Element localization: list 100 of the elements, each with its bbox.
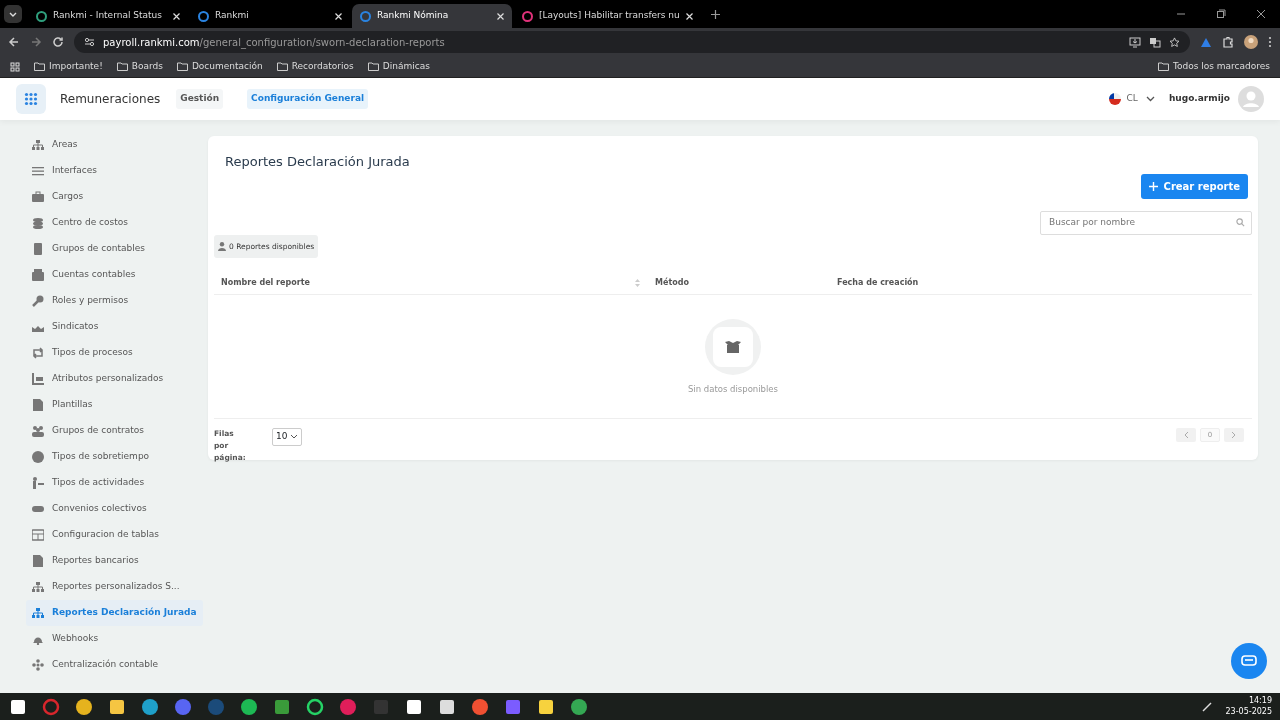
- close-tab-icon[interactable]: [685, 12, 693, 20]
- sidebar-item[interactable]: Grupos de contables: [26, 236, 151, 262]
- bookmark-folder[interactable]: Recordatorios: [276, 59, 354, 74]
- tab-list-button[interactable]: [4, 5, 22, 23]
- close-tab-icon[interactable]: [173, 12, 180, 20]
- sidebar-item[interactable]: Tipos de actividades: [26, 470, 151, 496]
- new-tab-icon[interactable]: [710, 9, 720, 19]
- column-header: Fecha de creación: [836, 277, 920, 290]
- sidebar-item[interactable]: Cuentas contables: [26, 262, 142, 288]
- menu-item-icon: [32, 529, 44, 541]
- chevron-left-icon: [1183, 431, 1189, 439]
- sidebar-item[interactable]: Atributos personalizados: [26, 366, 170, 392]
- sidebar-item[interactable]: Convenios colectivos: [26, 496, 153, 522]
- browser-tab[interactable]: Rankmi - Internal Status: [28, 4, 188, 28]
- create-report-button[interactable]: Crear reporte: [1140, 173, 1248, 199]
- sidebar-item[interactable]: Grupos de contratos: [26, 418, 150, 444]
- all-bookmarks-folder[interactable]: Todos los marcadores: [1158, 59, 1270, 74]
- bookmark-folder[interactable]: Dinámicas: [367, 59, 430, 74]
- favicon-icon: [522, 10, 533, 22]
- back-icon[interactable]: [8, 36, 20, 48]
- profile-avatar-icon[interactable]: [1244, 35, 1258, 49]
- menu-item-icon: [32, 191, 44, 203]
- column-header: Método: [654, 277, 690, 290]
- chat-button[interactable]: [1231, 643, 1267, 679]
- bookmark-folder[interactable]: Importante!: [34, 59, 103, 74]
- sidebar-item[interactable]: Roles y permisos: [26, 288, 135, 314]
- menu-item-icon: [32, 295, 44, 307]
- sidebar-item[interactable]: Reportes personalizados S...: [26, 574, 186, 600]
- menu-item-icon: [32, 165, 44, 177]
- url-text: payroll.rankmi.com/general_configuration/sworn-declaration-reports: [103, 35, 445, 50]
- menu-item-icon: [32, 607, 44, 619]
- sidebar-item[interactable]: Plantillas: [26, 392, 99, 418]
- nav-link[interactable]: Gestión: [176, 89, 224, 109]
- sidebar-item[interactable]: Centro de costos: [26, 210, 134, 236]
- bookmark-folder[interactable]: Documentación: [176, 59, 263, 74]
- puzzle-icon[interactable]: [1222, 36, 1234, 48]
- menu-item-icon: [32, 373, 44, 385]
- menu-icon[interactable]: [1268, 36, 1272, 48]
- site-settings-icon[interactable]: [84, 37, 95, 47]
- favicon-icon: [36, 10, 47, 22]
- app-title: Remuneraciones: [60, 91, 161, 108]
- sidebar-item[interactable]: Reportes Declaración Jurada: [26, 600, 203, 626]
- sidebar-item[interactable]: Webhooks: [26, 626, 105, 652]
- sidebar-item[interactable]: Configuracion de tablas: [26, 522, 165, 548]
- close-tab-icon[interactable]: [497, 12, 504, 20]
- apps-menu-button[interactable]: [16, 84, 46, 114]
- sidebar-item[interactable]: Reportes bancarios: [26, 548, 145, 574]
- sidebar-item[interactable]: Cargos: [26, 184, 90, 210]
- apps-icon[interactable]: [10, 61, 20, 72]
- star-icon[interactable]: [1169, 36, 1180, 48]
- menu-item-icon: [32, 555, 44, 567]
- sidebar-item[interactable]: Tipos de procesos: [26, 340, 139, 366]
- forward-icon[interactable]: [30, 36, 42, 48]
- menu-item-icon: [32, 139, 44, 151]
- menu-item-icon: [32, 399, 44, 411]
- search-field[interactable]: Buscar por nombre: [1040, 210, 1252, 235]
- empty-message: Sin datos disponibles: [687, 383, 779, 397]
- bookmark-folder[interactable]: Boards: [116, 59, 163, 74]
- browser-tab[interactable]: Rankmi Nómina: [352, 4, 512, 28]
- menu-item-icon: [32, 243, 44, 255]
- install-icon[interactable]: [1129, 36, 1141, 48]
- menu-item-icon: [32, 269, 44, 281]
- sidebar-item[interactable]: Areas: [26, 132, 84, 158]
- user-name[interactable]: hugo.armijo: [1168, 92, 1230, 106]
- favicon-icon: [198, 10, 209, 22]
- sidebar-item[interactable]: Interfaces: [26, 158, 103, 184]
- taskbar-clock[interactable]: 14:19 23-05-2025: [1225, 696, 1272, 717]
- chevron-down-icon[interactable]: [1145, 96, 1155, 102]
- sidebar-item[interactable]: Tipos de sobretiempo: [26, 444, 156, 470]
- sidebar-item[interactable]: Sindicatos: [26, 314, 105, 340]
- restore-icon[interactable]: [1216, 9, 1226, 19]
- page-size-select[interactable]: 10: [272, 428, 303, 446]
- reload-icon[interactable]: [52, 36, 64, 48]
- close-icon[interactable]: [1256, 9, 1266, 19]
- column-header[interactable]: Nombre del reporte: [214, 277, 648, 290]
- menu-item-icon: [32, 425, 44, 437]
- extension-icon[interactable]: [1200, 36, 1212, 48]
- menu-item-icon: [32, 659, 44, 671]
- menu-item-icon: [32, 503, 44, 515]
- address-bar[interactable]: payroll.rankmi.com/general_configuration/sworn-declaration-reports: [74, 31, 1190, 53]
- plus-icon: [1148, 181, 1158, 191]
- nav-link[interactable]: Configuración General: [247, 89, 369, 109]
- chevron-down-icon: [290, 434, 299, 440]
- chevron-right-icon: [1231, 431, 1237, 439]
- person-icon: [218, 241, 226, 251]
- menu-item-icon: [32, 347, 44, 359]
- page-title: Reportes Declaración Jurada: [225, 153, 411, 171]
- grid-icon: [24, 92, 38, 106]
- flag-icon[interactable]: [1108, 93, 1121, 105]
- browser-tab[interactable]: [Layouts] Habilitar transfers nu: [514, 4, 701, 28]
- favicon-icon: [360, 10, 371, 22]
- close-tab-icon[interactable]: [335, 12, 342, 20]
- sidebar-item[interactable]: Centralización contable: [26, 652, 164, 678]
- country-code[interactable]: CL: [1126, 92, 1138, 106]
- browser-tab[interactable]: Rankmi: [190, 4, 350, 28]
- menu-item-icon: [32, 477, 44, 489]
- translate-icon[interactable]: [1149, 36, 1161, 48]
- caret-icon: [9, 11, 17, 17]
- menu-item-icon: [32, 217, 44, 229]
- chat-icon: [1241, 654, 1257, 668]
